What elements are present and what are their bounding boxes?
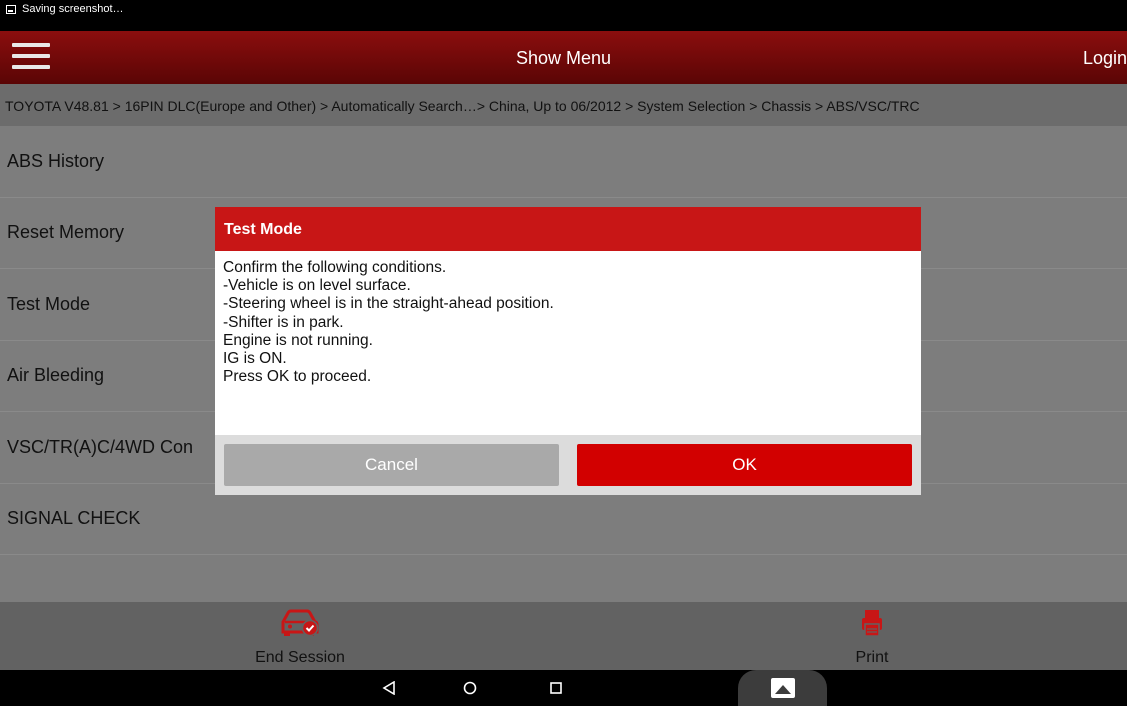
- login-button[interactable]: Login: [1083, 48, 1127, 69]
- menu-item-abs-history[interactable]: ABS History: [0, 126, 1127, 198]
- car-check-icon: [281, 609, 319, 637]
- ok-button[interactable]: OK: [577, 444, 912, 486]
- app-title[interactable]: Show Menu: [0, 48, 1127, 69]
- test-mode-dialog: Test Mode Confirm the following conditio…: [215, 207, 921, 495]
- cancel-button[interactable]: Cancel: [224, 444, 559, 486]
- dialog-footer: Cancel OK: [215, 435, 921, 495]
- dialog-title: Test Mode: [215, 207, 921, 251]
- home-button[interactable]: [450, 670, 490, 706]
- recent-square-icon: [550, 682, 562, 694]
- image-icon: [770, 678, 795, 698]
- bottom-toolbar: End Session Print: [0, 602, 1127, 670]
- screenshot-preview-button[interactable]: [738, 670, 827, 706]
- breadcrumb: TOYOTA V48.81 > 16PIN DLC(Europe and Oth…: [0, 84, 1127, 126]
- screenshot-icon: [6, 5, 16, 14]
- android-nav-bar: [0, 670, 1127, 706]
- dialog-line: Confirm the following conditions.: [223, 259, 447, 276]
- dialog-line: -Steering wheel is in the straight-ahead…: [223, 295, 554, 313]
- status-bar: Saving screenshot…: [0, 0, 1127, 31]
- home-circle-icon: [463, 681, 477, 695]
- app-bar: Show Menu Login: [0, 31, 1127, 84]
- dialog-line: Press OK to proceed.: [223, 368, 372, 386]
- back-button[interactable]: [369, 670, 409, 706]
- print-button[interactable]: Print: [802, 608, 942, 667]
- status-text: Saving screenshot…: [22, 3, 124, 15]
- print-label: Print: [855, 649, 889, 666]
- dialog-line: IG is ON.: [223, 350, 287, 368]
- dialog-body: Confirm the following conditions. -Vehic…: [215, 251, 921, 435]
- dialog-line: Engine is not running.: [223, 331, 373, 349]
- printer-icon: [862, 610, 882, 637]
- recent-apps-button[interactable]: [536, 670, 576, 706]
- dialog-line: -Shifter is in park.: [223, 313, 344, 331]
- back-triangle-icon: [382, 681, 395, 695]
- end-session-button[interactable]: End Session: [230, 608, 370, 667]
- end-session-label: End Session: [255, 649, 345, 666]
- dialog-line: -Vehicle is on level surface.: [223, 277, 411, 295]
